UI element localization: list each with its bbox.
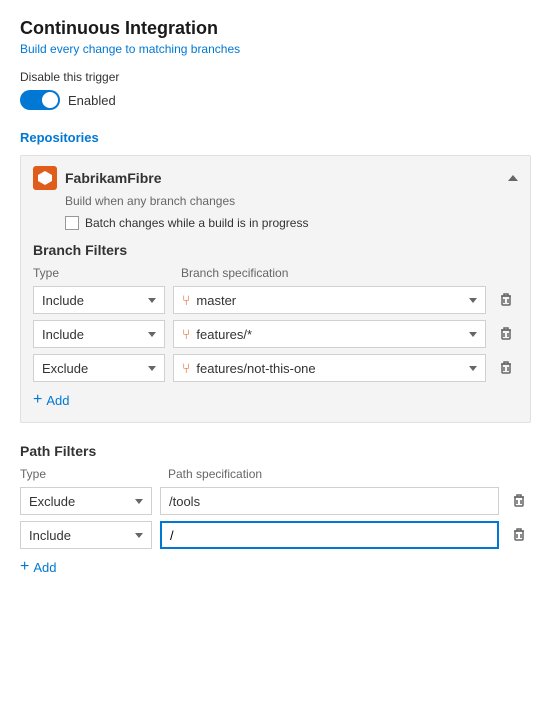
branch-spec-chevron-0[interactable] xyxy=(469,298,477,303)
path-filter-row-1: Include xyxy=(20,521,531,549)
branch-spec-field-2[interactable]: ⑂ features/not-this-one xyxy=(173,354,486,382)
branch-spec-chevron-1[interactable] xyxy=(469,332,477,337)
repo-collapse-icon[interactable] xyxy=(508,175,518,181)
branch-spec-col-header: Branch specification xyxy=(181,266,518,280)
branch-type-value-0: Include xyxy=(42,293,84,308)
branch-spec-value-1: features/* xyxy=(196,327,463,342)
branch-delete-btn-0[interactable] xyxy=(494,288,518,312)
page-title: Continuous Integration xyxy=(20,18,531,39)
repo-subtitle: Build when any branch changes xyxy=(65,194,518,208)
path-type-select-0[interactable]: Exclude xyxy=(20,487,152,515)
add-path-plus-icon: + xyxy=(20,559,29,575)
path-type-value-0: Exclude xyxy=(29,494,75,509)
path-filter-row-0: Exclude /tools xyxy=(20,487,531,515)
branch-filter-row: Include ⑂ features/* xyxy=(33,320,518,348)
add-path-filter-btn[interactable]: + Add xyxy=(20,555,531,579)
path-spec-field-0[interactable]: /tools xyxy=(160,487,499,515)
branch-type-value-2: Exclude xyxy=(42,361,88,376)
disable-trigger-label: Disable this trigger xyxy=(20,70,531,84)
batch-changes-label: Batch changes while a build is in progre… xyxy=(85,216,308,230)
path-type-value-1: Include xyxy=(29,528,71,543)
branch-delete-btn-2[interactable] xyxy=(494,356,518,380)
path-spec-col-header: Path specification xyxy=(168,467,531,481)
branch-spec-value-0: master xyxy=(196,293,463,308)
page-subtitle: Build every change to matching branches xyxy=(20,42,531,56)
path-delete-btn-1[interactable] xyxy=(507,523,531,547)
batch-changes-checkbox[interactable] xyxy=(65,216,79,230)
add-branch-label: Add xyxy=(46,393,69,408)
path-filters-title: Path Filters xyxy=(20,443,531,459)
branch-type-value-1: Include xyxy=(42,327,84,342)
repo-name: FabrikamFibre xyxy=(65,170,500,186)
path-type-select-1[interactable]: Include xyxy=(20,521,152,549)
branch-spec-field-1[interactable]: ⑂ features/* xyxy=(173,320,486,348)
path-spec-field-1[interactable] xyxy=(160,521,499,549)
branch-type-chevron-1 xyxy=(148,332,156,337)
add-branch-plus-icon: + xyxy=(33,392,42,408)
branch-type-select-0[interactable]: Include xyxy=(33,286,165,314)
branch-filters-title: Branch Filters xyxy=(33,242,518,258)
branch-spec-field-0[interactable]: ⑂ master xyxy=(173,286,486,314)
branch-spec-value-2: features/not-this-one xyxy=(196,361,463,376)
path-type-col-header: Type xyxy=(20,467,160,481)
branch-type-select-1[interactable]: Include xyxy=(33,320,165,348)
path-spec-input-1[interactable] xyxy=(170,522,489,548)
path-type-chevron-0 xyxy=(135,499,143,504)
branch-icon-2: ⑂ xyxy=(182,360,190,376)
branch-type-select-2[interactable]: Exclude xyxy=(33,354,165,382)
branch-delete-btn-1[interactable] xyxy=(494,322,518,346)
path-spec-value-0: /tools xyxy=(169,494,490,509)
path-type-chevron-1 xyxy=(135,533,143,538)
repo-card: FabrikamFibre Build when any branch chan… xyxy=(20,155,531,423)
repositories-section-title: Repositories xyxy=(20,130,531,145)
branch-filter-row: Exclude ⑂ features/not-this-one xyxy=(33,354,518,382)
branch-type-chevron-0 xyxy=(148,298,156,303)
add-path-label: Add xyxy=(33,560,56,575)
branch-type-col-header: Type xyxy=(33,266,173,280)
enabled-toggle[interactable] xyxy=(20,90,60,110)
branch-type-chevron-2 xyxy=(148,366,156,371)
branch-icon-0: ⑂ xyxy=(182,292,190,308)
branch-filter-row: Include ⑂ master xyxy=(33,286,518,314)
repo-icon xyxy=(33,166,57,190)
branch-icon-1: ⑂ xyxy=(182,326,190,342)
path-delete-btn-0[interactable] xyxy=(507,489,531,513)
branch-spec-chevron-2[interactable] xyxy=(469,366,477,371)
add-branch-filter-btn[interactable]: + Add xyxy=(33,388,518,412)
toggle-state-label: Enabled xyxy=(68,93,116,108)
